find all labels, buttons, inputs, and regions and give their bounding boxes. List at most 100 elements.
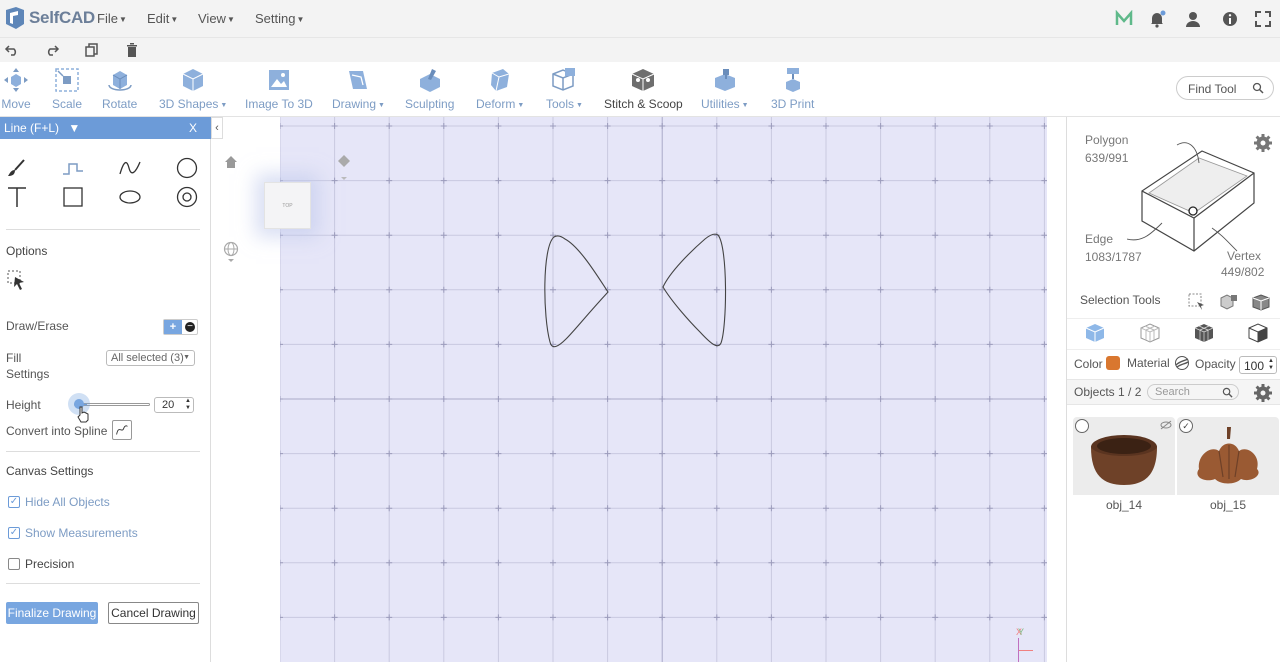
- convert-spline-label: Convert into Spline: [6, 424, 108, 438]
- hidden-eye-icon[interactable]: [1160, 420, 1172, 430]
- object-select-icon[interactable]: [1251, 293, 1271, 311]
- tool-deform[interactable]: Deform ▼: [476, 65, 524, 111]
- panel-close-button[interactable]: X: [189, 121, 197, 135]
- menu-setting[interactable]: Setting▼: [255, 11, 304, 26]
- brush-icon[interactable]: [5, 156, 29, 180]
- view-cube[interactable]: TOP: [264, 182, 311, 229]
- m-logo-icon[interactable]: [1115, 10, 1133, 28]
- notification-bell-icon[interactable]: [1148, 10, 1166, 28]
- objects-search-input[interactable]: Search: [1147, 384, 1239, 400]
- find-tool-input[interactable]: Find Tool: [1176, 76, 1274, 100]
- material-label[interactable]: Material: [1127, 356, 1170, 370]
- copy-icon[interactable]: [84, 42, 100, 58]
- tools-icon: [552, 68, 576, 91]
- info-icon[interactable]: [1221, 10, 1239, 28]
- menu-bar: SelfCAD File▼ Edit▼ View▼ Setting▼: [0, 0, 1280, 38]
- finalize-drawing-button[interactable]: Finalize Drawing: [6, 602, 98, 624]
- multi-select-icon[interactable]: [1219, 293, 1239, 311]
- move-icon: [4, 68, 28, 92]
- tool-3d-print[interactable]: 3D Print: [771, 65, 814, 111]
- draw-erase-toggle[interactable]: + −: [163, 319, 198, 335]
- menu-view[interactable]: View▼: [198, 11, 235, 26]
- collapse-panel-button[interactable]: ‹: [211, 117, 223, 139]
- spinner-icon[interactable]: ▲ ▼: [1268, 358, 1274, 372]
- tool-rotate[interactable]: Rotate: [102, 65, 137, 111]
- hide-all-objects-label[interactable]: Hide All Objects: [25, 495, 110, 509]
- erase-mode-icon[interactable]: −: [185, 322, 195, 332]
- precision-label[interactable]: Precision: [25, 557, 74, 571]
- ellipse-icon[interactable]: [118, 185, 142, 209]
- curve-icon[interactable]: [118, 156, 142, 180]
- selfcad-logo[interactable]: SelfCAD: [4, 6, 95, 30]
- show-measurements-checkbox[interactable]: ✓: [8, 527, 20, 539]
- delete-icon[interactable]: [124, 42, 140, 58]
- show-measurements-label[interactable]: Show Measurements: [25, 526, 138, 540]
- objects-settings-gear-icon[interactable]: [1253, 383, 1273, 403]
- menu-edit[interactable]: Edit▼: [147, 11, 178, 26]
- polygon-count: 639/991: [1085, 151, 1129, 165]
- color-swatch[interactable]: [1106, 356, 1120, 370]
- panel-collapse-arrow-icon[interactable]: ▼: [68, 121, 80, 135]
- color-label: Color: [1074, 357, 1103, 371]
- menu-file[interactable]: File▼: [97, 11, 127, 26]
- draw-mode-icon[interactable]: +: [164, 320, 182, 334]
- object-card-obj14[interactable]: obj_14: [1073, 417, 1175, 513]
- tool-image-to-3d[interactable]: Image To 3D: [245, 65, 313, 111]
- tool-utilities[interactable]: Utilities ▼: [701, 65, 749, 111]
- tool-drawing[interactable]: Drawing ▼: [332, 65, 385, 111]
- fill-label: Fill: [6, 351, 22, 365]
- spinner-icon[interactable]: ▲ ▼: [185, 398, 191, 412]
- circle-icon[interactable]: [175, 156, 199, 180]
- tool-scale[interactable]: Scale: [52, 65, 82, 111]
- main-toolbar: Move Scale Rotate 3D Shapes ▼ Image To 3D: [0, 62, 1280, 117]
- undo-icon[interactable]: [4, 42, 20, 58]
- height-input[interactable]: 20 ▲ ▼: [154, 397, 194, 413]
- edge-label: Edge: [1085, 232, 1114, 246]
- select-object-mode-icon[interactable]: [1084, 322, 1106, 344]
- settings-gear-icon[interactable]: [1253, 133, 1273, 153]
- tool-tools[interactable]: Tools ▼: [546, 65, 583, 111]
- cube-icon: [182, 69, 204, 91]
- tool-move[interactable]: Move: [1, 65, 31, 111]
- material-icon[interactable]: [1174, 355, 1190, 371]
- tool-3d-shapes[interactable]: 3D Shapes ▼: [159, 65, 227, 111]
- rectangle-icon[interactable]: [61, 185, 85, 209]
- line-tool-panel: Line (F+L) ▼ X Options Draw/Erase + − Fi…: [0, 117, 211, 662]
- polygon-label: Polygon: [1085, 133, 1129, 147]
- 3d-canvas[interactable]: X Y: [280, 117, 1047, 662]
- text-icon[interactable]: [5, 185, 29, 209]
- globe-view-icon[interactable]: [223, 241, 239, 263]
- search-icon: [1222, 387, 1233, 398]
- object-select-radio[interactable]: [1075, 419, 1089, 433]
- axis-y-label: Y: [1018, 627, 1025, 637]
- object-card-obj15[interactable]: obj_15 ✓: [1177, 417, 1279, 513]
- user-profile-icon[interactable]: [1184, 10, 1202, 28]
- selfcad-logo-icon: [6, 7, 24, 29]
- opacity-label: Opacity: [1195, 357, 1236, 371]
- tool-stitch-scoop[interactable]: Stitch & Scoop: [604, 65, 683, 111]
- precision-checkbox[interactable]: [8, 558, 20, 570]
- opacity-input[interactable]: 100 ▲ ▼: [1239, 356, 1277, 374]
- ring-icon[interactable]: [175, 185, 199, 209]
- drawn-shapes: [544, 233, 727, 348]
- polyline-icon[interactable]: [61, 156, 85, 180]
- object-name: obj_15: [1209, 498, 1247, 512]
- history-toolbar: [0, 38, 1280, 62]
- box-select-icon[interactable]: [1188, 293, 1206, 311]
- cancel-drawing-button[interactable]: Cancel Drawing: [108, 602, 199, 624]
- spline-icon[interactable]: [112, 420, 132, 440]
- divider: [6, 229, 200, 230]
- select-edge-mode-icon[interactable]: [1139, 322, 1161, 344]
- select-vertex-mode-icon[interactable]: [1247, 322, 1269, 344]
- fill-settings-select[interactable]: All selected (3) ▼: [106, 350, 195, 366]
- select-cursor-icon[interactable]: [7, 270, 29, 292]
- scale-icon: [55, 68, 79, 92]
- object-selected-check-icon[interactable]: ✓: [1179, 419, 1193, 433]
- select-face-mode-icon[interactable]: [1193, 322, 1215, 344]
- home-icon[interactable]: [224, 155, 238, 169]
- hand-cursor-icon: [77, 406, 89, 423]
- tool-sculpting[interactable]: Sculpting: [405, 65, 454, 111]
- hide-all-objects-checkbox[interactable]: ✓: [8, 496, 20, 508]
- fullscreen-icon[interactable]: [1254, 10, 1272, 28]
- redo-icon[interactable]: [44, 42, 60, 58]
